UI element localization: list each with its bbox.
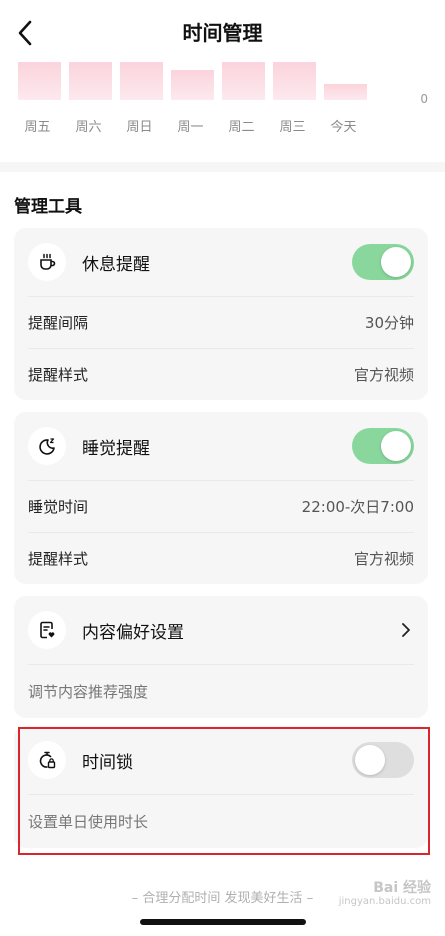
toggle-knob	[381, 431, 411, 461]
content-preference-hint: 调节内容推荐强度	[28, 664, 414, 718]
chart-bar	[120, 62, 163, 100]
usage-bar-chart: 0 周五 周六 周日 周一 周二 周三 今天	[0, 58, 445, 148]
rest-reminder-toggle[interactable]	[352, 244, 414, 280]
reminder-style-row[interactable]: 提醒样式 官方视频	[28, 348, 414, 400]
sleep-time-row[interactable]: 睡觉时间 22:00-次日7:00	[28, 480, 414, 532]
chevron-right-icon[interactable]	[398, 622, 414, 638]
chart-bar	[171, 70, 214, 100]
chart-day-label: 周一	[177, 120, 204, 135]
chart-bar	[222, 62, 265, 100]
watermark-brand: Bai 经验	[373, 880, 431, 896]
home-indicator	[140, 919, 306, 925]
back-button[interactable]	[10, 18, 40, 48]
rest-reminder-header: 休息提醒	[14, 228, 428, 296]
chart-bar	[324, 84, 367, 100]
page-title: 时间管理	[182, 20, 263, 45]
row-label: 提醒样式	[28, 366, 89, 384]
sleep-reminder-card: 睡觉提醒 睡觉时间 22:00-次日7:00 提醒样式 官方视频	[14, 412, 428, 584]
toggle-knob	[381, 247, 411, 277]
content-preference-card[interactable]: 内容偏好设置 调节内容推荐强度	[14, 596, 428, 718]
section-title: 管理工具	[14, 197, 82, 217]
sleep-reminder-header: 睡觉提醒	[14, 412, 428, 480]
chevron-left-icon	[18, 20, 32, 46]
rest-reminder-title: 休息提醒	[82, 254, 150, 275]
document-heart-icon	[28, 611, 66, 649]
chart-day-label: 周五	[24, 120, 51, 135]
highlight-annotation-box	[18, 727, 430, 855]
chart-day-label: 周六	[75, 120, 102, 135]
chart-day-label: 今天	[330, 120, 357, 135]
chart-bar	[273, 62, 316, 100]
chart-day-label: 周三	[279, 120, 306, 135]
sleep-reminder-toggle[interactable]	[352, 428, 414, 464]
moon-icon	[28, 427, 66, 465]
row-value: 官方视频	[353, 366, 414, 384]
content-preference-title: 内容偏好设置	[82, 622, 184, 643]
chart-day-label: 周日	[126, 120, 153, 135]
chart-day-label: 周二	[228, 120, 255, 135]
nav-bar: 时间管理	[0, 0, 445, 62]
watermark: Bai 经验 jingyan.baidu.com	[339, 880, 431, 908]
row-label: 提醒样式	[28, 550, 89, 568]
content-preference-header[interactable]: 内容偏好设置	[14, 596, 428, 664]
y-axis-zero-label: 0	[420, 92, 428, 106]
cup-icon	[28, 243, 66, 281]
rest-reminder-card: 休息提醒 提醒间隔 30分钟 提醒样式 官方视频	[14, 228, 428, 400]
section-divider	[0, 162, 445, 172]
sleep-style-row[interactable]: 提醒样式 官方视频	[28, 532, 414, 584]
chart-bar	[69, 62, 112, 100]
row-value: 22:00-次日7:00	[301, 498, 414, 516]
row-label: 提醒间隔	[28, 314, 89, 332]
row-label: 睡觉时间	[28, 498, 89, 516]
row-value: 30分钟	[364, 314, 414, 332]
reminder-interval-row[interactable]: 提醒间隔 30分钟	[28, 296, 414, 348]
watermark-domain: jingyan.baidu.com	[338, 896, 431, 908]
chart-bar	[18, 62, 61, 100]
sleep-reminder-title: 睡觉提醒	[82, 438, 150, 459]
row-value: 官方视频	[353, 550, 414, 568]
